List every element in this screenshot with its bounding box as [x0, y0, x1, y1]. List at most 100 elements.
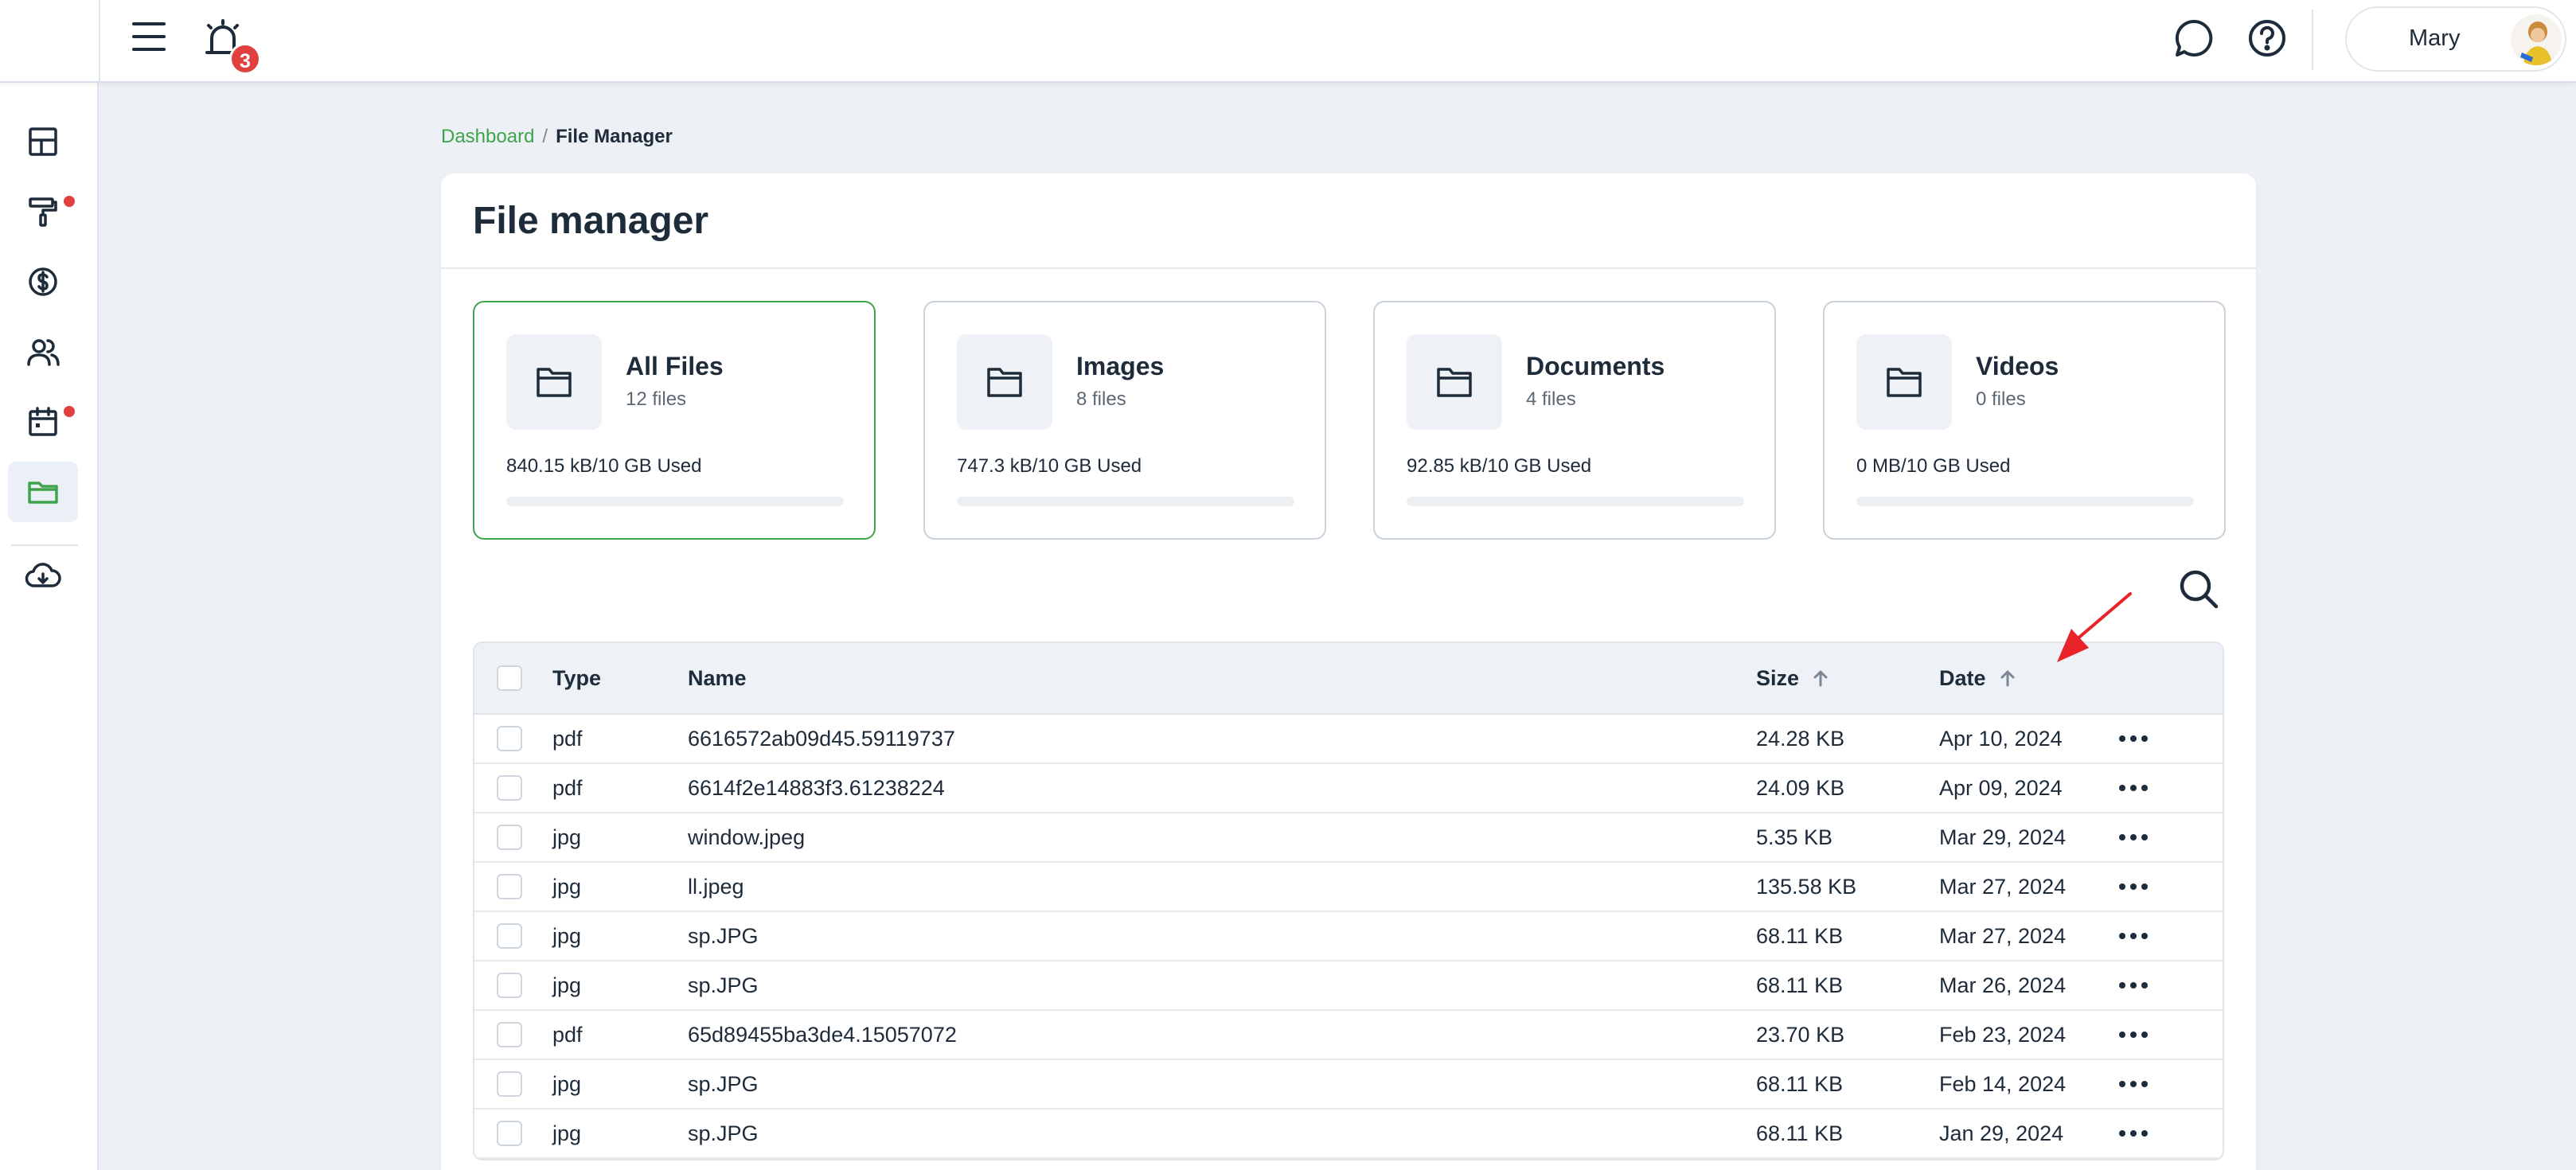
card-storage-used: 92.85 kB/10 GB Used: [1407, 455, 1592, 477]
row-checkbox[interactable]: [497, 775, 522, 801]
file-size: 68.11 KB: [1756, 923, 1844, 948]
sidebar-item-files[interactable]: [8, 462, 78, 522]
card-file-count: 8 files: [1076, 388, 1126, 410]
table-row[interactable]: jpg sp.JPG 68.11 KB Jan 29, 2024: [474, 1110, 2223, 1159]
more-options-icon[interactable]: [2119, 1032, 2148, 1038]
breadcrumb: Dashboard / File Manager: [441, 126, 673, 148]
folder-icon: [506, 334, 602, 430]
category-card-documents[interactable]: Documents 4 files 92.85 kB/10 GB Used: [1373, 301, 1776, 540]
sidebar-item-finance[interactable]: [8, 252, 78, 312]
sort-arrow-up-icon: [2000, 670, 2015, 687]
folder-icon: [28, 482, 58, 504]
sidebar-item-paint[interactable]: [8, 181, 78, 242]
menu-icon[interactable]: [132, 19, 169, 54]
file-name[interactable]: 6616572ab09d45.59119737: [688, 715, 955, 762]
column-header-type[interactable]: Type: [552, 643, 601, 713]
card-title: All Files: [626, 352, 724, 380]
row-checkbox[interactable]: [497, 973, 522, 998]
table-row[interactable]: pdf 65d89455ba3de4.15057072 23.70 KB Feb 23…: [474, 1011, 2223, 1060]
sidebar-item-download[interactable]: [8, 546, 78, 606]
more-options-icon[interactable]: [2119, 1130, 2148, 1137]
file-date: Jan 29, 2024: [1939, 1121, 2064, 1145]
file-size: 24.09 KB: [1756, 775, 1845, 800]
category-card-videos[interactable]: Videos 0 files 0 MB/10 GB Used: [1823, 301, 2226, 540]
folder-icon: [1407, 334, 1502, 430]
table-header: Type Name Size Date: [474, 643, 2223, 715]
file-name[interactable]: sp.JPG: [688, 961, 759, 1009]
sidebar-item-users[interactable]: [8, 322, 78, 382]
file-name[interactable]: 65d89455ba3de4.15057072: [688, 1011, 957, 1059]
user-menu[interactable]: Mary: [2345, 6, 2566, 72]
card-title: Images: [1076, 352, 1165, 380]
file-name[interactable]: sp.JPG: [688, 912, 759, 960]
row-checkbox[interactable]: [497, 1121, 522, 1146]
file-date: Mar 29, 2024: [1939, 825, 2067, 849]
row-checkbox[interactable]: [497, 923, 522, 949]
file-date: Apr 09, 2024: [1939, 775, 2063, 800]
storage-progress-bar: [506, 497, 844, 506]
table-body: pdf 6616572ab09d45.59119737 24.28 KB Apr 10…: [474, 715, 2223, 1159]
card-title: Videos: [1976, 352, 2059, 380]
topbar-divider: [2312, 10, 2313, 70]
row-checkbox[interactable]: [497, 1022, 522, 1047]
category-card-images[interactable]: Images 8 files 747.3 kB/10 GB Used: [923, 301, 1326, 540]
column-header-name[interactable]: Name: [688, 643, 747, 713]
file-size: 68.11 KB: [1756, 1071, 1844, 1096]
file-type: jpg: [552, 874, 582, 899]
card-storage-used: 0 MB/10 GB Used: [1856, 455, 2011, 477]
breadcrumb-dashboard-link[interactable]: Dashboard: [441, 126, 534, 147]
sort-arrow-up-icon: [1813, 670, 1828, 687]
file-name[interactable]: sp.JPG: [688, 1060, 759, 1108]
storage-progress-bar: [1856, 497, 2194, 506]
table-row[interactable]: pdf 6616572ab09d45.59119737 24.28 KB Apr 10…: [474, 715, 2223, 764]
row-checkbox[interactable]: [497, 874, 522, 899]
top-bar: 3 Mary: [0, 0, 2576, 83]
file-name[interactable]: window.jpeg: [688, 813, 805, 861]
row-checkbox[interactable]: [497, 1071, 522, 1097]
table-row[interactable]: jpg sp.JPG 68.11 KB Mar 26, 2024: [474, 961, 2223, 1011]
more-options-icon[interactable]: [2119, 735, 2148, 742]
category-card-all-files[interactable]: All Files 12 files 840.15 kB/10 GB Used: [473, 301, 876, 540]
more-options-icon[interactable]: [2119, 1081, 2148, 1087]
more-options-icon[interactable]: [2119, 982, 2148, 989]
notification-dot: [64, 406, 75, 417]
chat-icon[interactable]: [2173, 18, 2215, 59]
more-options-icon[interactable]: [2119, 883, 2148, 890]
help-icon[interactable]: [2246, 18, 2288, 59]
file-size: 135.58 KB: [1756, 874, 1857, 899]
file-date: Apr 10, 2024: [1939, 726, 2063, 751]
file-type: jpg: [552, 923, 582, 948]
more-options-icon[interactable]: [2119, 933, 2148, 939]
file-name[interactable]: sp.JPG: [688, 1110, 759, 1157]
card-file-count: 12 files: [626, 388, 687, 410]
column-header-date[interactable]: Date: [1939, 643, 2018, 713]
column-header-size[interactable]: Size: [1756, 643, 1831, 713]
column-header-date-label: Date: [1939, 665, 1986, 690]
card-storage-used: 840.15 kB/10 GB Used: [506, 455, 702, 477]
user-name: Mary: [2409, 25, 2461, 51]
sidebar-item-dashboard[interactable]: [8, 111, 78, 172]
file-name[interactable]: 6614f2e14883f3.61238224: [688, 764, 945, 812]
table-row[interactable]: jpg window.jpeg 5.35 KB Mar 29, 2024: [474, 813, 2223, 863]
sidebar: [0, 83, 99, 1170]
cloud-download-icon: [25, 563, 61, 587]
row-checkbox[interactable]: [497, 825, 522, 850]
table-row[interactable]: jpg sp.JPG 68.11 KB Feb 14, 2024: [474, 1060, 2223, 1110]
table-row[interactable]: jpg sp.JPG 68.11 KB Mar 27, 2024: [474, 912, 2223, 961]
table-row[interactable]: jpg ll.jpeg 135.58 KB Mar 27, 2024: [474, 863, 2223, 912]
folder-icon: [957, 334, 1052, 430]
table-row[interactable]: pdf 6614f2e14883f3.61238224 24.09 KB Apr 09…: [474, 764, 2223, 813]
file-size: 24.28 KB: [1756, 726, 1845, 751]
row-checkbox[interactable]: [497, 726, 522, 751]
card-storage-used: 747.3 kB/10 GB Used: [957, 455, 1142, 477]
file-name[interactable]: ll.jpeg: [688, 863, 744, 911]
file-type: jpg: [552, 825, 582, 849]
file-date: Mar 27, 2024: [1939, 923, 2067, 948]
card-title: Documents: [1526, 352, 1665, 380]
search-icon[interactable]: [2176, 567, 2221, 611]
select-all-checkbox[interactable]: [497, 665, 522, 691]
more-options-icon[interactable]: [2119, 834, 2148, 840]
more-options-icon[interactable]: [2119, 785, 2148, 791]
sidebar-item-calendar[interactable]: [8, 392, 78, 452]
notification-dot: [64, 196, 75, 207]
